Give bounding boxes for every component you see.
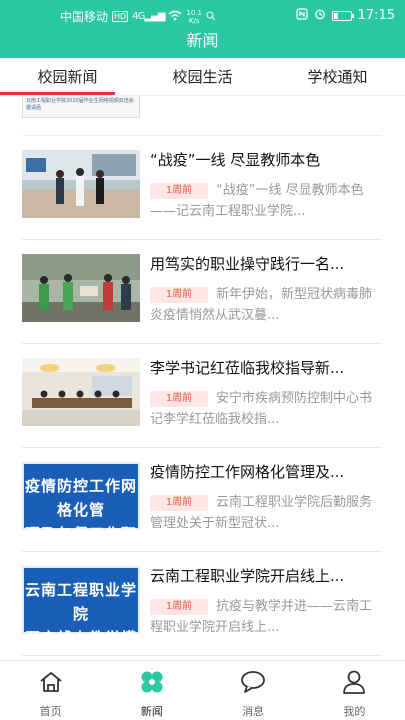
nav-home[interactable]: 首页 [0, 661, 101, 720]
nav-messages[interactable]: 消息 [203, 661, 304, 720]
list-item[interactable]: 李学书记红莅临我校指导新... 1周前 安宁市疾病预防控制中心书记李学红莅临我校指… [22, 344, 382, 448]
news-title: “战疫”一线 尽显教师本色 [150, 151, 321, 169]
search-icon [206, 10, 216, 24]
nav-label: 首页 [39, 705, 62, 718]
list-item[interactable]: “战疫”一线 尽显教师本色 1周前 “战疫”一线 尽显教师本色——记云南工程职业学… [22, 136, 382, 240]
alarm-icon [314, 8, 326, 23]
news-feed[interactable]: 云南工程职业学院2020届毕业生网络视频双选会邀请函 “战疫”一线 尽显教师本色… [0, 96, 405, 660]
news-summary: 1周前 安宁市疾病预防控制中心书记李学红莅临我校指... [150, 388, 382, 430]
poster-image: 疫情防控工作网格化管 理及包保工作职责方案 [22, 462, 140, 530]
news-thumbnail: 疫情防控工作网格化管 理及包保工作职责方案 [22, 462, 140, 530]
speed-value: 10.1 [186, 8, 202, 17]
nav-label: 我的 [343, 705, 366, 718]
clover-icon [101, 669, 202, 695]
time-badge: 1周前 [150, 495, 208, 511]
poster-line: 理及包保工作职责方案 [24, 522, 138, 530]
news-thumbnail [22, 150, 140, 218]
news-thumbnail: 云南工程职业学院2020届毕业生网络视频双选会邀请函 [22, 96, 140, 118]
nav-news[interactable]: 新闻 [101, 661, 202, 720]
tab-campus-news[interactable]: 校园新闻 [0, 58, 135, 95]
wifi-icon [168, 10, 182, 24]
news-summary: 1周前 新年伊始，新型冠状病毒肺炎疫情悄然从武汉蔓... [150, 284, 382, 326]
speed-unit: K/s [188, 16, 200, 25]
carrier-name: 中国移动 [60, 10, 109, 24]
time-badge: 1周前 [150, 391, 208, 407]
list-item[interactable]: 云南工程职业学院 开启线上教学模式 云南工程职业学院开启线上... 1周前抗疫与… [22, 552, 382, 656]
news-title: 云南工程职业学院开启线上... [150, 567, 345, 585]
poster-line: 开启线上教学模式 [24, 626, 138, 634]
list-item[interactable]: 用笃实的职业操守践行一名... 1周前 新年伊始，新型冠状病毒肺炎疫情悄然从武汉蔓… [22, 240, 382, 344]
page-title: 新闻 [186, 31, 219, 50]
hd-badge: HD [112, 11, 129, 22]
tab-campus-life[interactable]: 校园生活 [135, 58, 270, 95]
news-summary: 1周前 云南工程职业学院后勤服务管理处关于新型冠状... [150, 492, 382, 534]
poster-line: 云南工程职业学院 [24, 581, 137, 623]
tab-label: 校园生活 [172, 68, 233, 86]
news-thumbnail: 云南工程职业学院 开启线上教学模式 [22, 566, 140, 634]
network-type: 4G [132, 11, 145, 22]
status-left: 中国移动 HD 4G▂▄▆ 10.1 K/s [60, 8, 216, 25]
message-icon [203, 669, 304, 695]
list-item-partial[interactable]: 云南工程职业学院2020届毕业生网络视频双选会邀请函 [22, 96, 382, 136]
page-title-bar: 新闻 [0, 30, 405, 58]
nav-label: 消息 [242, 705, 265, 718]
tab-school-notices[interactable]: 学校通知 [270, 58, 405, 95]
status-bar: 中国移动 HD 4G▂▄▆ 10.1 K/s 17:15 [0, 0, 405, 30]
tab-label: 学校通知 [307, 68, 368, 86]
time-badge: 1周前 [150, 287, 208, 303]
news-thumbnail [22, 254, 140, 322]
status-right: 17:15 [295, 8, 395, 23]
clock: 17:15 [357, 8, 395, 23]
news-title: 李学书记红莅临我校指导新... [150, 359, 345, 377]
news-thumbnail [22, 358, 140, 426]
news-title: 疫情防控工作网格化管理及... [150, 463, 345, 481]
poster-line: 疫情防控工作网格化管 [24, 477, 137, 519]
poster-image: 云南工程职业学院 开启线上教学模式 [22, 566, 140, 634]
home-icon [0, 669, 101, 695]
bottom-navigation: 首页 新闻 消息 我的 [0, 660, 405, 720]
user-icon [304, 669, 405, 695]
time-badge: 1周前 [150, 599, 208, 615]
nav-profile[interactable]: 我的 [304, 661, 405, 720]
tab-label: 校园新闻 [37, 68, 98, 86]
list-item[interactable]: 疫情防控工作网格化管 理及包保工作职责方案 疫情防控工作网格化管理及... 1周… [22, 448, 382, 552]
nav-label: 新闻 [140, 705, 163, 718]
time-badge: 1周前 [150, 183, 208, 199]
signal-icon: 4G▂▄▆ [132, 11, 165, 22]
category-tabs: 校园新闻 校园生活 学校通知 [0, 58, 405, 96]
nfc-icon [295, 8, 308, 23]
network-speed: 10.1 K/s [186, 9, 202, 25]
news-summary: 1周前 抗疫与教学并进——云南工程职业学院开启线上... [150, 596, 382, 638]
news-summary: 1周前 “战疫”一线 尽显教师本色——记云南工程职业学院... [150, 180, 382, 222]
news-title: 用笃实的职业操守践行一名... [150, 255, 345, 273]
battery-icon [331, 10, 354, 21]
